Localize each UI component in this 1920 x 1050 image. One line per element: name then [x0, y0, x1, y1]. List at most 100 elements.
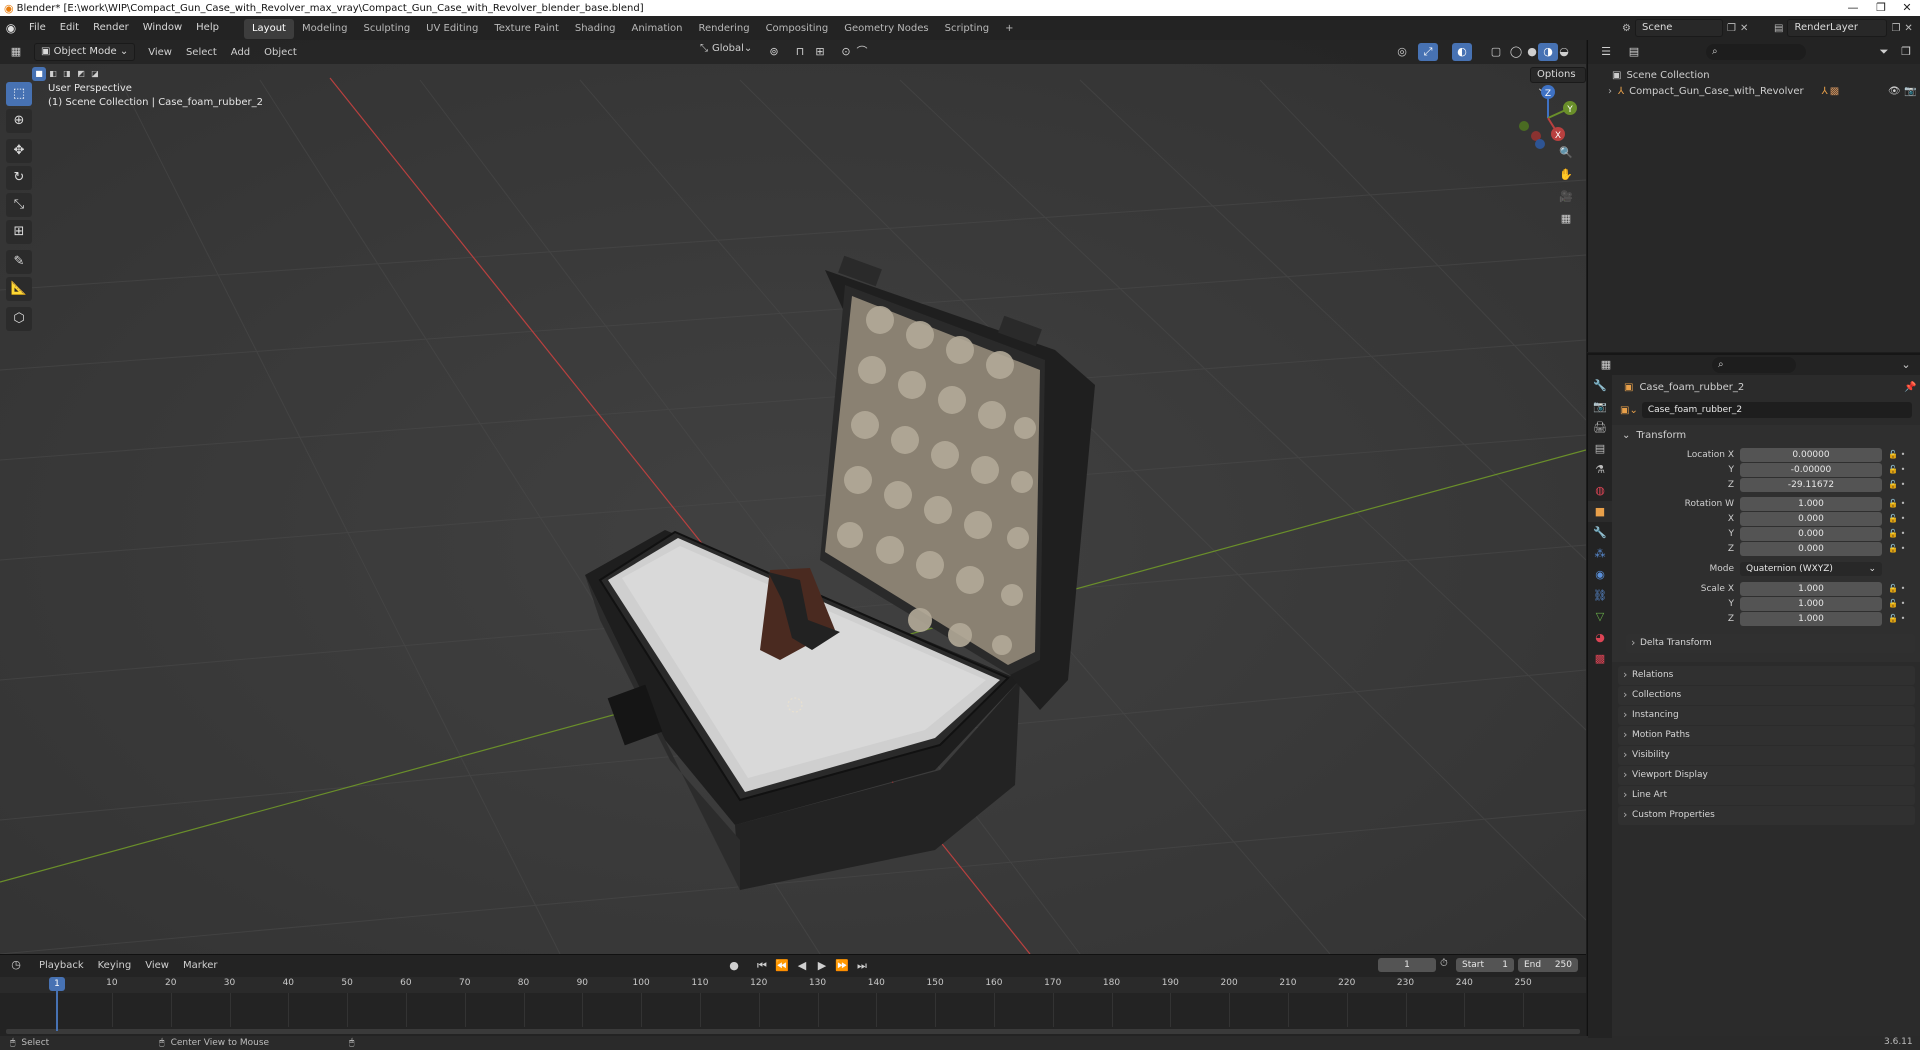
cursor-tool-icon[interactable]: ⊕ — [6, 109, 32, 133]
data-tab-icon[interactable]: ▽ — [1588, 606, 1612, 627]
select-extend-icon[interactable]: ◧ — [46, 67, 60, 81]
pin-icon[interactable]: 📌 — [1904, 382, 1916, 393]
close-button[interactable]: ✕ — [1892, 0, 1920, 16]
move-tool-icon[interactable]: ✥ — [6, 139, 32, 163]
xray-icon[interactable]: ▢ — [1486, 43, 1506, 61]
lock-icon[interactable]: 🔓 — [1888, 529, 1898, 538]
gizmo-neg-z[interactable] — [1535, 139, 1545, 149]
gizmo-neg-y[interactable] — [1519, 121, 1529, 131]
rendered-shading-icon[interactable]: ◒ — [1554, 43, 1574, 61]
properties-editor-type-icon[interactable]: ▦ — [1596, 356, 1616, 374]
location-y-field[interactable]: -0.00000 — [1740, 462, 1882, 477]
lock-icon[interactable]: 🔓 — [1888, 499, 1898, 508]
delete-layer-icon[interactable]: ✕ — [1904, 23, 1912, 34]
collections-panel[interactable]: Collections — [1618, 685, 1915, 705]
material-tab-icon[interactable]: ◕ — [1588, 627, 1612, 648]
options-dropdown[interactable]: Options ⌄ — [1530, 67, 1586, 94]
datablock-type-icon[interactable]: ▣⌄ — [1620, 405, 1638, 416]
properties-options-icon[interactable]: ⌄ — [1896, 356, 1916, 374]
menu-window[interactable]: Window — [136, 16, 189, 40]
play-reverse-icon[interactable]: ◀ — [792, 957, 812, 975]
add-workspace-button[interactable]: + — [997, 19, 1021, 39]
jump-start-icon[interactable]: ⏮ — [752, 957, 772, 975]
editor-type-icon[interactable]: ▦ — [6, 43, 26, 61]
keyframe-dot-icon[interactable]: • — [1898, 450, 1908, 459]
annotate-tool-icon[interactable]: ✎ — [6, 250, 32, 274]
render-tab-icon[interactable]: 📷 — [1588, 396, 1612, 417]
tab-rendering[interactable]: Rendering — [690, 19, 757, 39]
menu-add[interactable]: Add — [224, 47, 257, 58]
select-new-icon[interactable]: ■ — [32, 67, 46, 81]
rotation-x-field[interactable]: 0.000 — [1740, 511, 1882, 526]
properties-search-input[interactable]: ⌕ — [1712, 357, 1796, 373]
timeline-editor-type-icon[interactable]: ◷ — [6, 956, 26, 974]
new-collection-icon[interactable]: ❐ — [1896, 43, 1916, 61]
keyframe-dot-icon[interactable]: • — [1898, 614, 1908, 623]
visibility-icon[interactable]: ◎ — [1392, 43, 1412, 61]
new-layer-icon[interactable]: ❐ — [1891, 23, 1900, 34]
tab-uv-editing[interactable]: UV Editing — [418, 19, 486, 39]
select-intersect-icon[interactable]: ◪ — [88, 67, 102, 81]
timeline-scrollbar[interactable] — [6, 1029, 1580, 1034]
modifiers-tab-icon[interactable]: 🔧 — [1588, 522, 1612, 543]
end-frame-field[interactable]: End 250 — [1518, 958, 1578, 972]
keyframe-dot-icon[interactable]: • — [1898, 599, 1908, 608]
pan-hand-icon[interactable]: ✋ — [1556, 166, 1576, 184]
transform-panel-header[interactable]: ⌄ Transform — [1612, 425, 1920, 445]
world-tab-icon[interactable]: ◍ — [1588, 480, 1612, 501]
outliner-row-object[interactable]: › ⅄ Compact_Gun_Case_with_Revolver ⅄ ▩ 👁… — [1588, 83, 1920, 99]
snap-icon[interactable]: ⊓ — [790, 43, 810, 61]
lock-icon[interactable]: 🔓 — [1888, 514, 1898, 523]
lock-icon[interactable]: 🔓 — [1888, 450, 1898, 459]
keyframe-dot-icon[interactable]: • — [1898, 529, 1908, 538]
keyframe-dot-icon[interactable]: • — [1898, 544, 1908, 553]
outliner-row-scene-collection[interactable]: ▣ Scene Collection — [1588, 67, 1920, 83]
tab-texture-paint[interactable]: Texture Paint — [486, 19, 567, 39]
tab-geometry-nodes[interactable]: Geometry Nodes — [836, 19, 936, 39]
line-art-panel[interactable]: Line Art — [1618, 785, 1915, 805]
lock-icon[interactable]: 🔓 — [1888, 584, 1898, 593]
add-cube-tool-icon[interactable]: ⬡ — [6, 307, 32, 331]
minimize-button[interactable]: — — [1838, 0, 1868, 16]
mode-dropdown[interactable]: ▣ Object Mode ⌄ — [34, 43, 136, 61]
keyframe-dot-icon[interactable]: • — [1898, 499, 1908, 508]
rotation-z-field[interactable]: 0.000 — [1740, 541, 1882, 556]
scene-field[interactable]: Scene — [1634, 19, 1723, 37]
menu-edit[interactable]: Edit — [53, 16, 86, 40]
menu-timeline-view[interactable]: View — [138, 960, 176, 971]
current-frame-field[interactable]: 1 — [1378, 958, 1436, 972]
menu-object[interactable]: Object — [257, 47, 304, 58]
rotation-mode-dropdown[interactable]: Quaternion (WXYZ) ⌄ — [1740, 561, 1882, 576]
location-z-field[interactable]: -29.11672 — [1740, 477, 1882, 492]
menu-file[interactable]: File — [22, 16, 53, 40]
menu-marker[interactable]: Marker — [176, 960, 225, 971]
rotation-y-field[interactable]: 0.000 — [1740, 526, 1882, 541]
menu-select[interactable]: Select — [179, 47, 224, 58]
outliner-editor-type-icon[interactable]: ☰ — [1596, 43, 1616, 61]
snap-target-icon[interactable]: ⊞ — [810, 43, 830, 61]
visibility-panel[interactable]: Visibility — [1618, 745, 1915, 765]
prev-keyframe-icon[interactable]: ⏪ — [772, 957, 792, 975]
physics-tab-icon[interactable]: ◉ — [1588, 564, 1612, 585]
stopwatch-icon[interactable]: ⏱ — [1440, 958, 1448, 969]
navigation-gizmo[interactable]: Z Y X — [1516, 82, 1580, 152]
render-camera-icon[interactable]: 📷 — [1904, 86, 1916, 97]
tab-layout[interactable]: Layout — [243, 19, 294, 39]
custom-properties-panel[interactable]: Custom Properties — [1618, 805, 1915, 825]
playhead-marker[interactable]: 1 — [49, 977, 65, 991]
instancing-panel[interactable]: Instancing — [1618, 705, 1915, 725]
relations-panel[interactable]: Relations — [1618, 665, 1915, 685]
tool-tab-icon[interactable]: 🔧 — [1588, 375, 1612, 396]
menu-view[interactable]: View — [141, 47, 179, 58]
output-tab-icon[interactable]: 🖨 — [1588, 417, 1612, 438]
keyframe-dot-icon[interactable]: • — [1898, 514, 1908, 523]
display-mode-icon[interactable]: ▤ — [1624, 43, 1644, 61]
menu-playback[interactable]: Playback — [32, 960, 91, 971]
select-box-tool-icon[interactable]: ⬚ — [6, 82, 32, 106]
measure-tool-icon[interactable]: 📐 — [6, 277, 32, 301]
menu-help[interactable]: Help — [189, 16, 226, 40]
viewport-display-panel[interactable]: Viewport Display — [1618, 765, 1915, 785]
lock-icon[interactable]: 🔓 — [1888, 614, 1898, 623]
transform-tool-icon[interactable]: ⊞ — [6, 220, 32, 244]
keyframe-dot-icon[interactable]: • — [1898, 584, 1908, 593]
